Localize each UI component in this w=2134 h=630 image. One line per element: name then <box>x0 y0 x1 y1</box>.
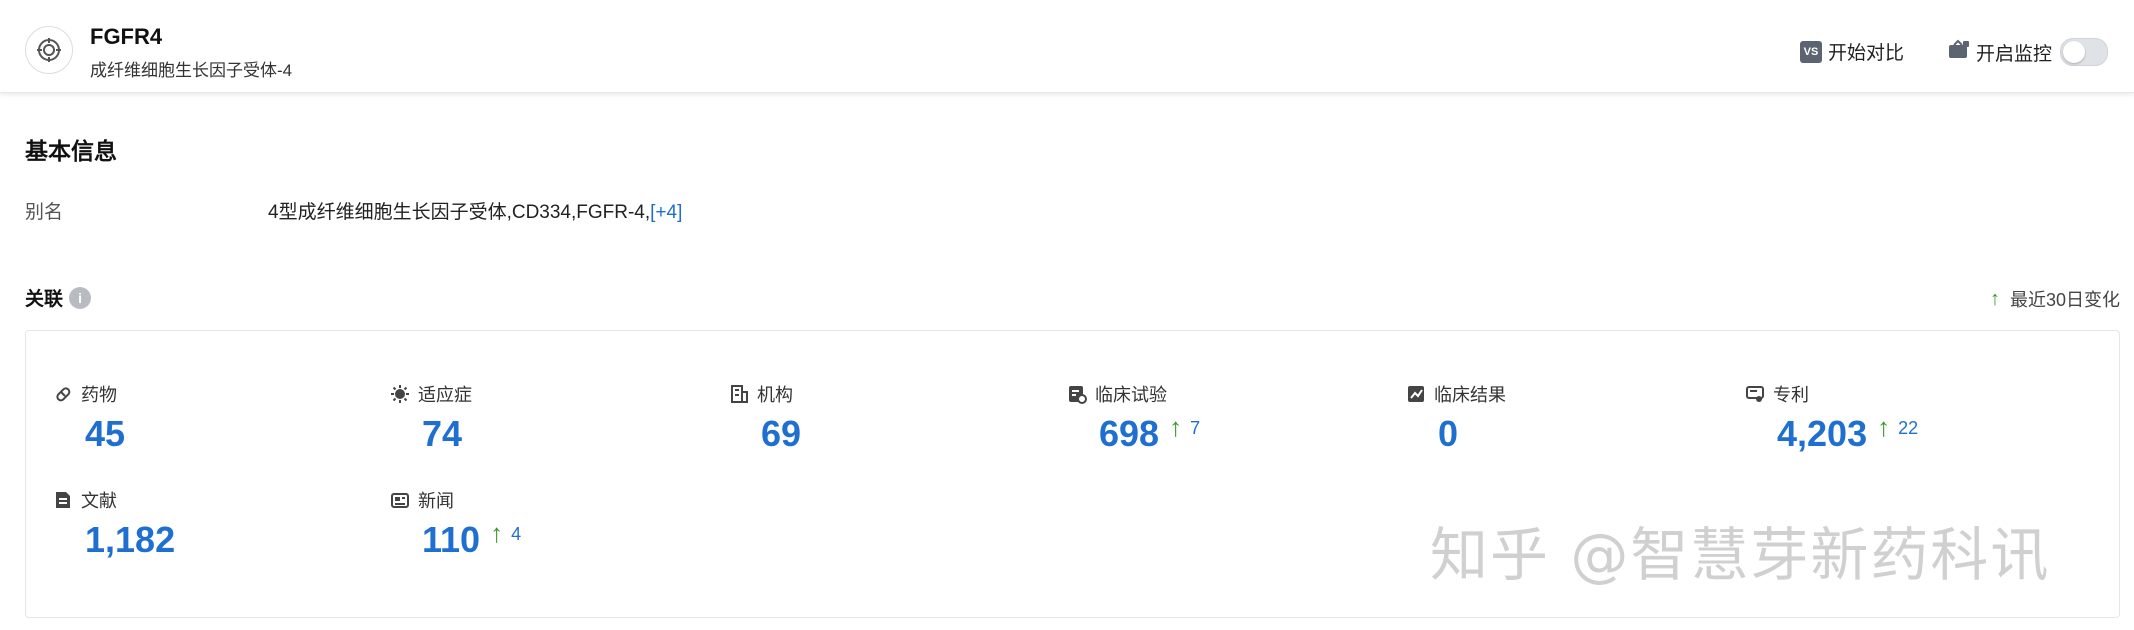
stat-label: 适应症 <box>418 385 472 405</box>
stat-literature[interactable]: 文献 1,182 <box>53 487 175 561</box>
stat-value[interactable]: 4,203 <box>1777 413 1867 455</box>
stat-clinical-trials[interactable]: 临床试验 698 ↑ 7 <box>1067 381 1200 455</box>
news-icon <box>391 493 409 508</box>
basic-info-title: 基本信息 <box>25 138 117 164</box>
stat-label: 专利 <box>1773 385 1809 405</box>
monitor-label: 开启监控 <box>1976 43 2053 65</box>
document-icon <box>56 492 70 508</box>
watermark: 知乎 @智慧芽新药科讯 <box>1430 521 2051 589</box>
stat-label: 文献 <box>81 491 117 511</box>
stat-value[interactable]: 1,182 <box>85 519 175 561</box>
page-header: FGFR4 成纤维细胞生长因子受体-4 VS 开始对比 开启监控 <box>0 0 2134 93</box>
stat-label: 临床试验 <box>1095 385 1167 405</box>
compare-label: 开始对比 <box>1828 43 1905 64</box>
increase-arrow-icon: ↑ <box>490 518 504 548</box>
relations-title: 关联 i <box>25 284 92 311</box>
increase-arrow-icon: ↑ <box>1169 412 1183 442</box>
relations-title-text: 关联 <box>25 289 64 310</box>
stat-news[interactable]: 新闻 110 ↑ 4 <box>390 487 521 561</box>
monitor-toggle[interactable] <box>2060 38 2109 66</box>
stat-value[interactable]: 110 <box>422 519 480 561</box>
stat-indications[interactable]: 适应症 74 <box>390 381 472 455</box>
clinical-trial-icon <box>1069 386 1087 404</box>
recent-change-label: 最近30日变化 <box>2009 290 2120 310</box>
info-icon[interactable]: i <box>69 286 92 309</box>
stat-label: 药物 <box>81 385 117 405</box>
alias-label: 别名 <box>25 202 64 223</box>
stat-label: 机构 <box>757 385 793 405</box>
monitor-control[interactable]: 开启监控 <box>1948 38 2109 66</box>
stat-label: 新闻 <box>418 491 454 511</box>
stat-organizations[interactable]: 机构 69 <box>729 381 801 455</box>
alias-value: 4型成纤维细胞生长因子受体,CD334,FGFR-4,[+4] <box>268 197 682 224</box>
vs-icon: VS <box>1800 40 1822 63</box>
recent-change-legend: ↑ 最近30日变化 <box>1990 286 2120 312</box>
stat-delta[interactable]: 7 <box>1190 418 1200 439</box>
stat-delta[interactable]: 4 <box>511 524 521 545</box>
stat-value[interactable]: 0 <box>1438 413 1458 455</box>
building-icon <box>731 385 748 403</box>
stat-patents[interactable]: 专利 4,203 ↑ 22 <box>1745 381 1918 455</box>
up-arrow-icon: ↑ <box>1989 287 2000 310</box>
stat-clinical-results[interactable]: 临床结果 0 <box>1406 381 1506 455</box>
increase-arrow-icon: ↑ <box>1877 412 1891 442</box>
patent-icon <box>1746 386 1764 402</box>
compare-button[interactable]: VS 开始对比 <box>1800 38 1904 65</box>
stat-value[interactable]: 74 <box>422 413 462 455</box>
target-icon <box>25 26 73 74</box>
alias-text: 4型成纤维细胞生长因子受体,CD334,FGFR-4, <box>268 202 651 223</box>
virus-icon <box>391 385 409 403</box>
stat-value[interactable]: 45 <box>85 413 125 455</box>
stat-value[interactable]: 69 <box>761 413 801 455</box>
page-title: FGFR4 <box>90 24 163 49</box>
pill-icon <box>56 387 71 402</box>
monitor-icon <box>1948 39 1970 65</box>
page-subtitle: 成纤维细胞生长因子受体-4 <box>90 61 293 80</box>
clinical-result-icon <box>1408 386 1424 402</box>
alias-more-link[interactable]: [+4] <box>650 202 682 223</box>
stat-delta[interactable]: 22 <box>1898 418 1918 439</box>
stat-drugs[interactable]: 药物 45 <box>53 381 125 455</box>
stat-value[interactable]: 698 <box>1099 413 1159 455</box>
stat-label: 临床结果 <box>1434 385 1506 405</box>
